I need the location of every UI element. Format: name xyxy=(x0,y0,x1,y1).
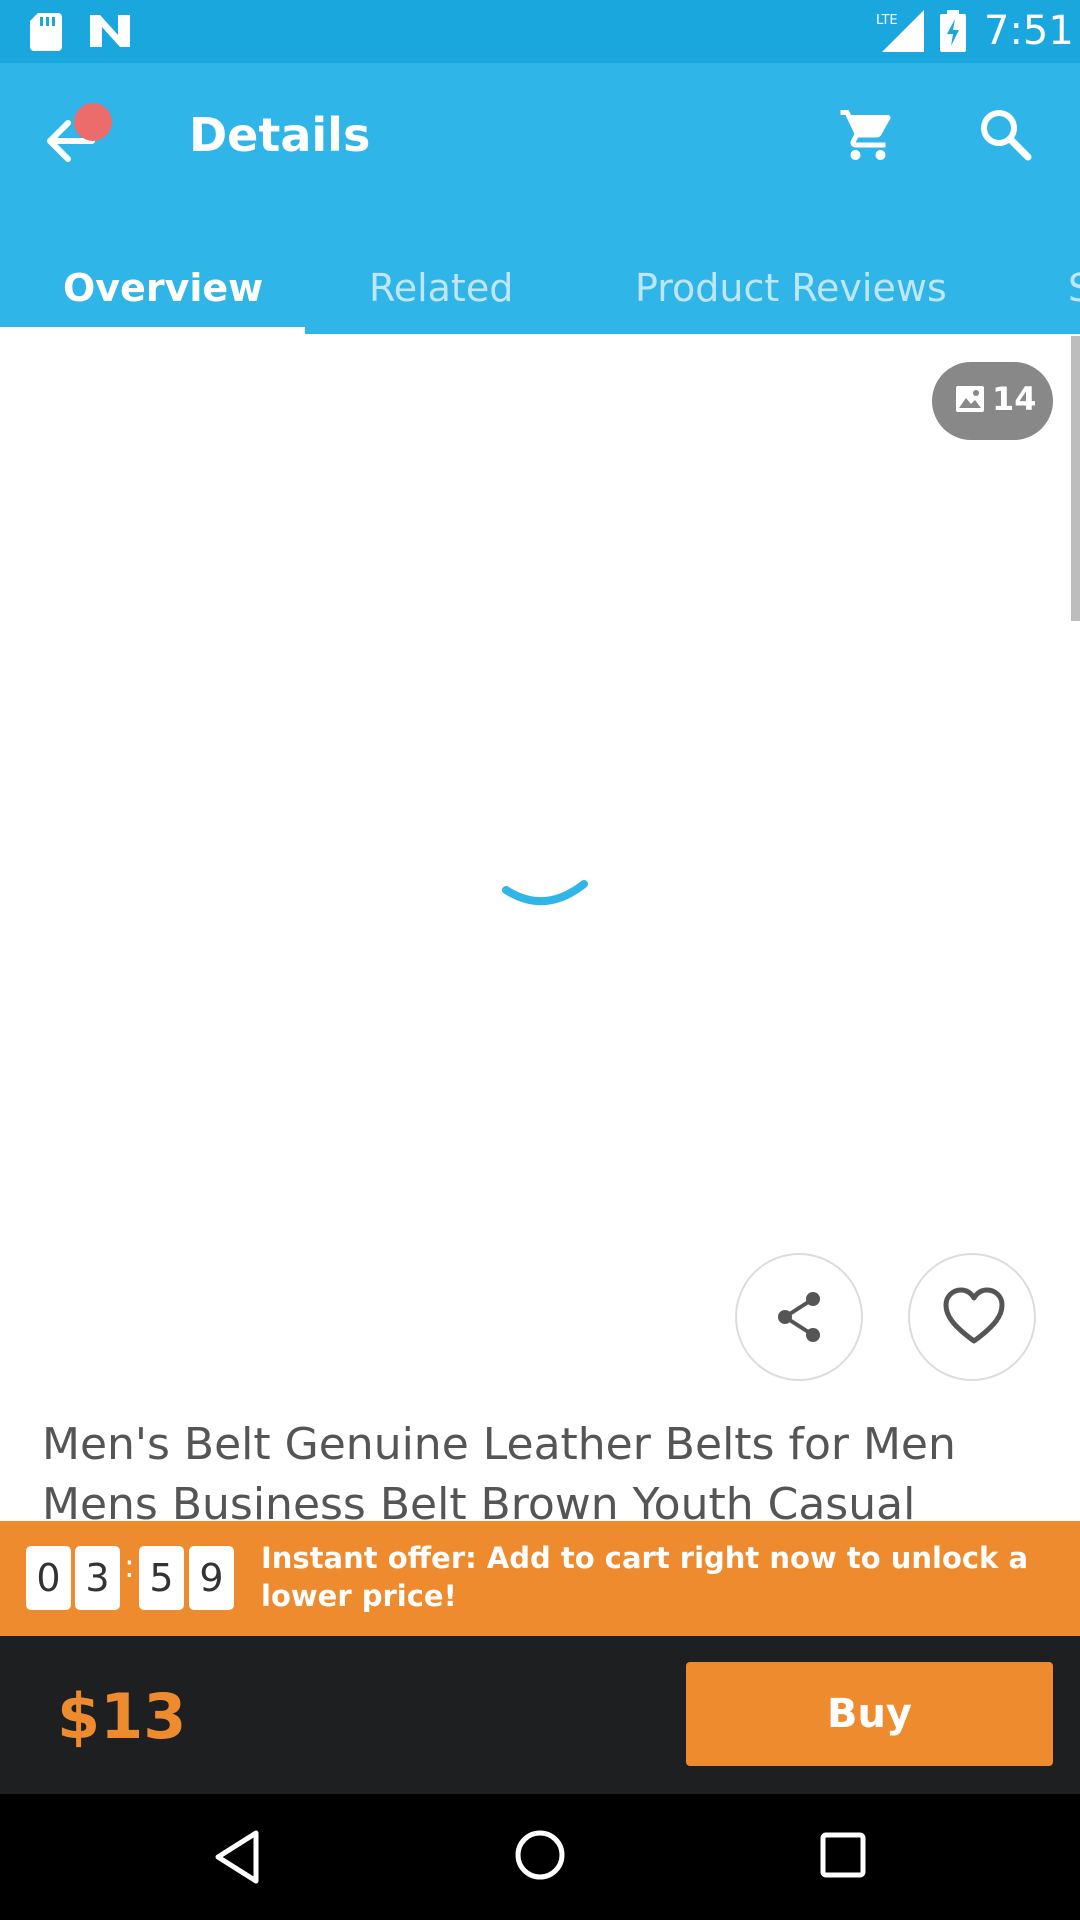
search-button[interactable] xyxy=(976,105,1036,165)
timer-digit: 3 xyxy=(75,1546,120,1610)
notification-dot xyxy=(74,103,112,141)
status-clock: 7:51 xyxy=(984,8,1074,54)
app-toolbar: Details Overview Related Product Reviews… xyxy=(0,63,1080,334)
nav-home-icon[interactable] xyxy=(514,1829,566,1881)
network-label: LTE xyxy=(876,13,898,28)
battery-charging-icon xyxy=(940,10,966,52)
sd-card-icon xyxy=(30,13,62,51)
wishlist-button[interactable] xyxy=(908,1253,1036,1381)
n-app-icon xyxy=(90,15,130,47)
product-price: $13 xyxy=(57,1680,187,1753)
signal-icon: LTE xyxy=(876,10,924,52)
tab-more[interactable]: S xyxy=(1068,239,1080,334)
tab-overview[interactable]: Overview xyxy=(63,239,263,334)
timer-digit: 0 xyxy=(26,1546,71,1610)
offer-text: Instant offer: Add to cart right now to … xyxy=(261,1541,1029,1613)
tab-indicator xyxy=(0,327,305,334)
instant-offer-banner[interactable]: 0 3 : 5 9 Instant offer: Add to cart rig… xyxy=(0,1521,1080,1636)
tab-bar: Overview Related Product Reviews S xyxy=(0,239,1080,334)
nav-back-icon[interactable] xyxy=(212,1829,262,1885)
status-bar: LTE 7:51 xyxy=(0,0,1080,63)
image-icon xyxy=(956,386,984,412)
back-button[interactable] xyxy=(46,103,116,173)
checkout-bar: $13 Buy xyxy=(0,1636,1080,1794)
photo-count-badge[interactable]: 14 xyxy=(932,362,1053,440)
share-button[interactable] xyxy=(735,1253,863,1381)
page-title: Details xyxy=(189,108,371,162)
tab-product-reviews[interactable]: Product Reviews xyxy=(635,239,947,334)
photo-count: 14 xyxy=(992,380,1037,418)
nav-recents-icon[interactable] xyxy=(820,1832,866,1878)
product-title: Men's Belt Genuine Leather Belts for Men… xyxy=(42,1419,956,1520)
timer-separator: : xyxy=(124,1547,135,1585)
scrollbar-thumb[interactable] xyxy=(1071,336,1080,621)
heart-icon xyxy=(943,1287,1005,1344)
cart-button[interactable] xyxy=(838,105,898,165)
timer-digit: 5 xyxy=(139,1546,184,1610)
share-icon xyxy=(778,1292,820,1342)
cart-icon xyxy=(840,110,891,160)
buy-button[interactable]: Buy xyxy=(686,1662,1053,1766)
tab-related[interactable]: Related xyxy=(369,239,513,334)
loading-spinner-icon xyxy=(502,880,588,906)
timer-digit: 9 xyxy=(189,1546,234,1610)
system-nav-bar xyxy=(0,1794,1080,1920)
search-icon xyxy=(981,110,1032,161)
